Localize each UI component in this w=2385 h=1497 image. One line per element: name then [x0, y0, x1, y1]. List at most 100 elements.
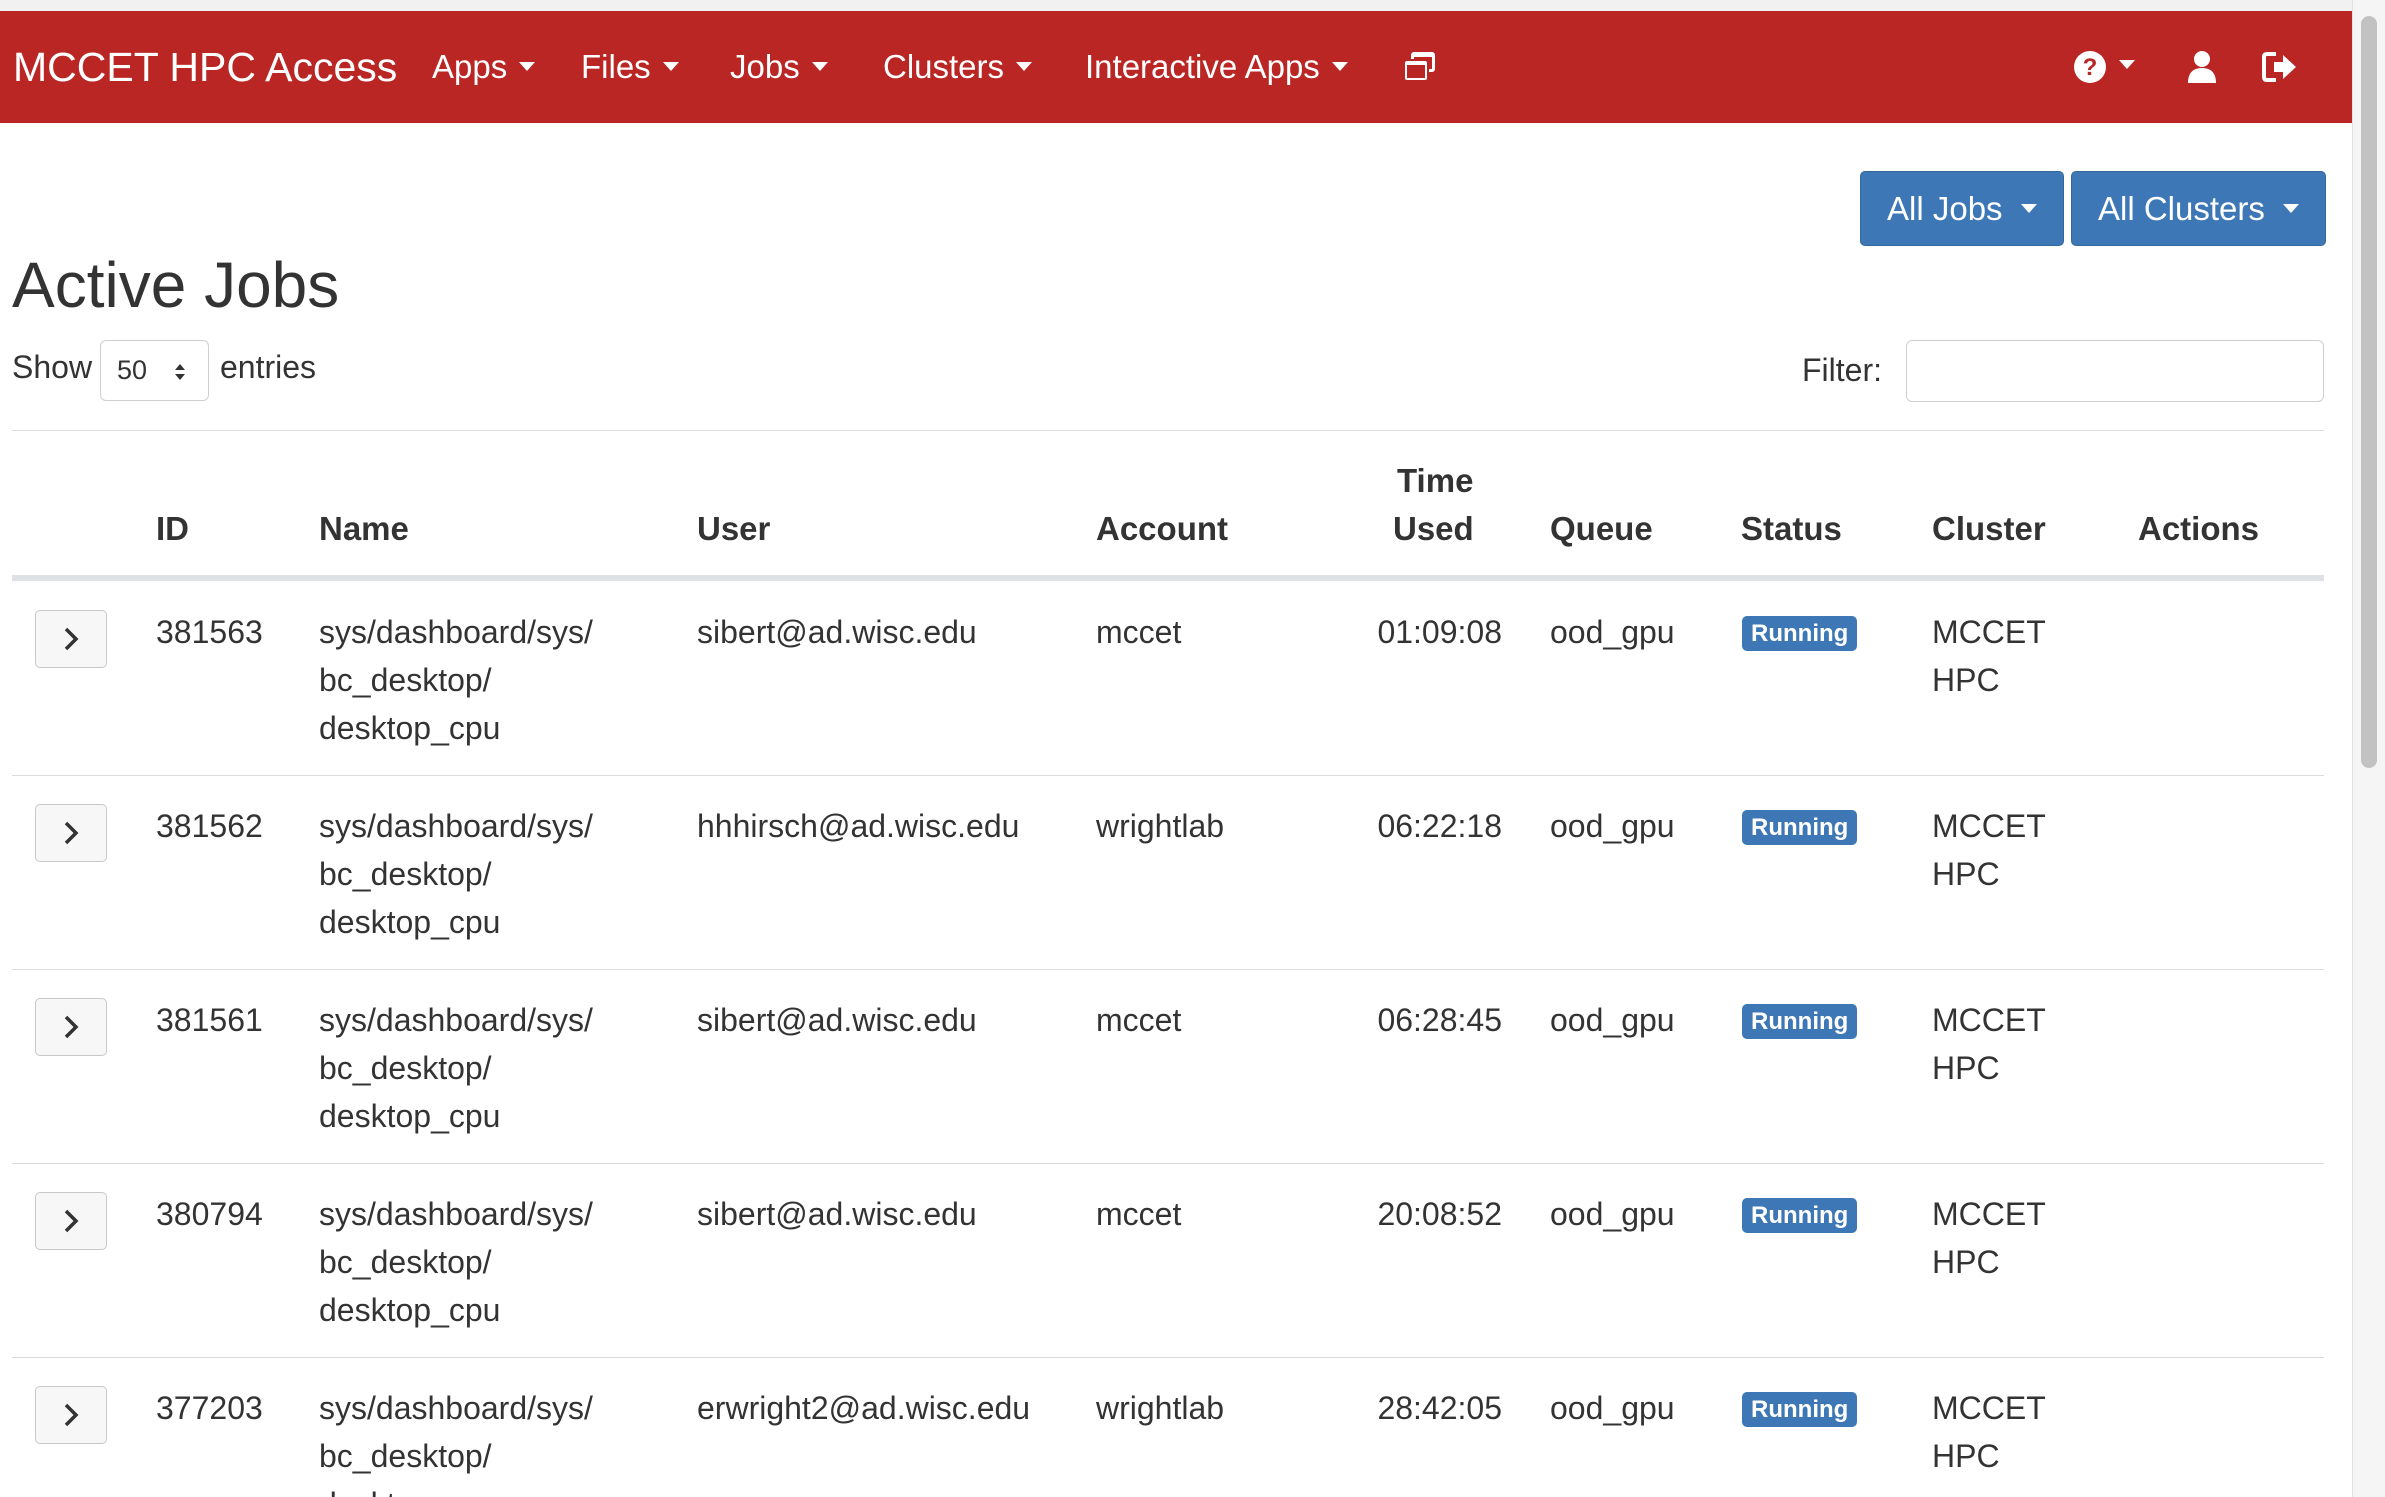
- caret-down-icon: [2020, 203, 2037, 213]
- table-row: 380794 sys/dashboard/sys/ bc_desktop/ de…: [0, 1164, 2352, 1358]
- chevron-right-icon: [64, 1015, 79, 1039]
- job-cluster-line: MCCET: [1932, 808, 2046, 844]
- job-account: mccet: [1096, 1196, 1182, 1232]
- all-jobs-label: All Jobs: [1887, 190, 2003, 227]
- job-name-line: sys/dashboard/sys/: [319, 808, 593, 844]
- filter-label: Filter:: [1802, 352, 1882, 388]
- job-name-line: sys/dashboard/sys/: [319, 1002, 593, 1038]
- job-queue: ood_gpu: [1550, 614, 1675, 650]
- job-name-line: desktop_cpu: [319, 1292, 501, 1328]
- user-icon[interactable]: [2186, 11, 2218, 123]
- help-icon: ?: [2074, 51, 2106, 83]
- job-queue: ood_gpu: [1550, 808, 1675, 844]
- job-cluster: MCCET HPC: [1932, 802, 2046, 898]
- expand-row-button[interactable]: [35, 804, 107, 862]
- job-cluster-line: HPC: [1932, 1438, 2000, 1474]
- job-time-used: 06:22:18: [1377, 808, 1502, 844]
- job-cluster-line: HPC: [1932, 856, 2000, 892]
- job-queue: ood_gpu: [1550, 1002, 1675, 1038]
- chevron-right-icon: [64, 1209, 79, 1233]
- nav-menu-jobs[interactable]: Jobs: [730, 11, 828, 123]
- job-queue: ood_gpu: [1550, 1196, 1675, 1232]
- status-badge: Running: [1742, 1392, 1858, 1427]
- job-name-line: sys/dashboard/sys/: [319, 614, 593, 650]
- browser-top-strip: [0, 0, 2352, 11]
- job-account: wrightlab: [1096, 808, 1225, 844]
- job-name-line: desktop_cpu: [319, 1098, 501, 1134]
- job-id: 381563: [156, 614, 263, 650]
- job-cluster: MCCET HPC: [1932, 608, 2046, 704]
- job-cluster: MCCET HPC: [1932, 996, 2046, 1092]
- status-badge: Running: [1742, 1004, 1858, 1039]
- job-user: hhhirsch@ad.wisc.edu: [697, 808, 1020, 844]
- job-name-line: desktop_cpu: [319, 710, 501, 746]
- table-row: 381563 sys/dashboard/sys/ bc_desktop/ de…: [0, 582, 2352, 776]
- chevron-right-icon: [64, 1403, 79, 1427]
- nav-menu-label: Apps: [432, 48, 508, 85]
- job-time-used: 01:09:08: [1377, 614, 1502, 650]
- table-row: 381561 sys/dashboard/sys/ bc_desktop/ de…: [0, 970, 2352, 1164]
- nav-menu-apps[interactable]: Apps: [432, 11, 536, 123]
- nav-menu-label: Clusters: [883, 48, 1005, 85]
- job-user: sibert@ad.wisc.edu: [697, 614, 977, 650]
- page-scrollbar[interactable]: [2352, 0, 2385, 1497]
- job-account: wrightlab: [1096, 1390, 1225, 1426]
- job-cluster-line: MCCET: [1932, 1002, 2046, 1038]
- job-cluster: MCCET HPC: [1932, 1190, 2046, 1286]
- scrollbar-thumb[interactable]: [2361, 16, 2377, 768]
- job-name-line: sys/dashboard/sys/: [319, 1390, 593, 1426]
- page-length-select[interactable]: 50: [100, 340, 209, 401]
- job-name: sys/dashboard/sys/ bc_desktop/ desktop_c…: [319, 802, 593, 946]
- all-clusters-dropdown[interactable]: All Clusters: [2071, 171, 2326, 246]
- job-cluster-line: HPC: [1932, 1244, 2000, 1280]
- status-badge: Running: [1742, 616, 1858, 651]
- job-id: 377203: [156, 1390, 263, 1426]
- chevron-right-icon: [64, 821, 79, 845]
- brand-link[interactable]: MCCET HPC Access: [13, 11, 397, 123]
- status-badge: Running: [1742, 1198, 1858, 1233]
- job-id: 381562: [156, 808, 263, 844]
- chevron-right-icon: [64, 627, 79, 651]
- job-account: mccet: [1096, 614, 1182, 650]
- divider: [12, 430, 2324, 431]
- caret-down-icon: [1016, 61, 1033, 71]
- column-header-status[interactable]: Status: [1741, 510, 1842, 548]
- column-header-account[interactable]: Account: [1096, 510, 1228, 548]
- logout-icon[interactable]: [2262, 11, 2298, 123]
- expand-row-button[interactable]: [35, 1386, 107, 1444]
- nav-menu-clusters[interactable]: Clusters: [883, 11, 1033, 123]
- caret-down-icon: [2119, 59, 2135, 69]
- job-queue: ood_gpu: [1550, 1390, 1675, 1426]
- column-header-name[interactable]: Name: [319, 510, 409, 548]
- select-arrows-icon: [175, 364, 185, 380]
- all-jobs-dropdown[interactable]: All Jobs: [1860, 171, 2064, 246]
- column-header-queue[interactable]: Queue: [1550, 510, 1653, 548]
- nav-menu-label: Files: [581, 48, 651, 85]
- expand-row-button[interactable]: [35, 998, 107, 1056]
- column-header-time-used-line2[interactable]: Used: [1393, 510, 1474, 548]
- windows-icon[interactable]: [1402, 11, 1438, 123]
- job-user: erwright2@ad.wisc.edu: [697, 1390, 1031, 1426]
- page-title: Active Jobs: [12, 249, 340, 321]
- job-account: mccet: [1096, 1002, 1182, 1038]
- expand-row-button[interactable]: [35, 1192, 107, 1250]
- job-name: sys/dashboard/sys/ bc_desktop/ desktop_c…: [319, 1384, 593, 1497]
- help-menu[interactable]: ?: [2073, 11, 2135, 123]
- column-header-time-used-line1[interactable]: Time: [1397, 462, 1473, 500]
- nav-menu-files[interactable]: Files: [581, 11, 679, 123]
- caret-down-icon: [811, 61, 828, 71]
- column-header-user[interactable]: User: [697, 510, 770, 548]
- job-name: sys/dashboard/sys/ bc_desktop/ desktop_c…: [319, 608, 593, 752]
- nav-menu-label: Interactive Apps: [1085, 48, 1320, 85]
- nav-menu-interactive-apps[interactable]: Interactive Apps: [1085, 11, 1348, 123]
- table-row: 377203 sys/dashboard/sys/ bc_desktop/ de…: [0, 1358, 2352, 1497]
- expand-row-button[interactable]: [35, 610, 107, 668]
- filter-input[interactable]: [1906, 340, 2324, 402]
- column-header-cluster[interactable]: Cluster: [1932, 510, 2046, 548]
- job-cluster-line: MCCET: [1932, 1196, 2046, 1232]
- job-user: sibert@ad.wisc.edu: [697, 1196, 977, 1232]
- job-name-line: desktop_cpu: [319, 1480, 593, 1497]
- job-name-line: bc_desktop/: [319, 1050, 492, 1086]
- show-label: Show: [12, 349, 93, 385]
- column-header-id[interactable]: ID: [156, 510, 189, 548]
